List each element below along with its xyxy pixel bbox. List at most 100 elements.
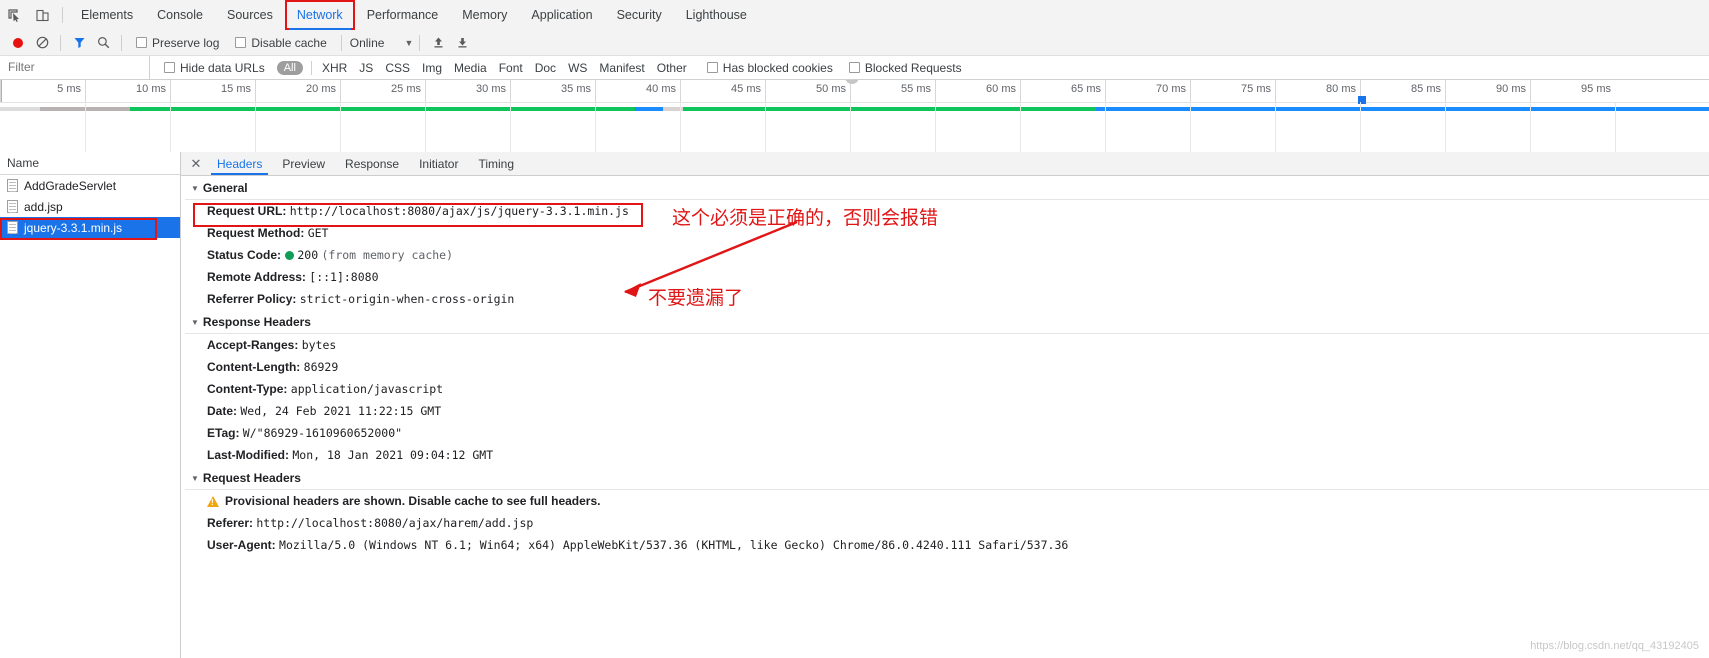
checkbox-box[interactable] [706,62,718,73]
tab-preview[interactable]: Preview [272,152,335,175]
disable-cache-label: Disable cache [251,35,327,50]
header-row: Referer: http://localhost:8080/ajax/hare… [185,512,1709,534]
list-item[interactable]: add.jsp [0,196,180,217]
blocked-requests-checkbox[interactable]: Blocked Requests [848,61,962,75]
filter-type-media[interactable]: Media [448,61,493,75]
list-item[interactable]: jquery-3.3.1.min.js [0,217,180,238]
close-icon[interactable]: ✕ [185,152,207,175]
hide-data-urls-label: Hide data URLs [180,60,265,75]
tab-memory[interactable]: Memory [450,0,519,30]
header-value: bytes [301,338,337,352]
chevron-down-icon[interactable]: ▼ [191,318,199,327]
header-value: 86929 [303,360,339,374]
filter-type-manifest[interactable]: Manifest [593,61,650,75]
section-header[interactable]: ▼ General [185,176,1709,200]
details-tab-bar: ✕ Headers Preview Response Initiator Tim… [181,152,1709,176]
header-key: Last-Modified: [207,448,289,462]
timeline-band-idle-light [0,107,40,111]
filter-type-xhr[interactable]: XHR [316,61,353,75]
hide-data-urls-checkbox[interactable]: Hide data URLs [164,61,265,75]
tab-label: Elements [81,8,134,22]
checkbox-box[interactable] [235,37,247,48]
list-item[interactable]: AddGradeServlet [0,175,180,196]
checkbox-box[interactable] [136,37,147,48]
header-row: Accept-Ranges: bytes [185,334,1709,356]
provisional-headers-warning: Provisional headers are shown. Disable c… [185,490,1709,512]
timeline-tick-label: 5 ms [57,83,81,95]
tab-console[interactable]: Console [145,0,215,30]
section-header[interactable]: ▼ Response Headers [185,310,1709,334]
tab-sources[interactable]: Sources [215,0,285,30]
timeline-band-blue-1 [635,107,663,111]
filter-bar: Hide data URLs All XHR JS CSS Img Media … [0,56,1709,80]
record-stop-icon[interactable] [6,33,30,53]
header-key: Content-Type: [207,382,288,396]
devtools-tab-bar: Elements Console Sources Network Perform… [0,0,1709,31]
tab-application[interactable]: Application [519,0,604,30]
tab-lighthouse[interactable]: Lighthouse [674,0,759,30]
header-key: Accept-Ranges: [207,338,299,352]
tab-elements[interactable]: Elements [69,0,145,30]
tab-network[interactable]: Network [284,0,355,30]
header-key: Status Code: [207,248,282,262]
filter-type-other[interactable]: Other [651,61,693,75]
timeline-gridline [255,102,256,152]
timeline-tick-label: 30 ms [476,83,506,95]
filter-type-font[interactable]: Font [493,61,529,75]
request-rows: AddGradeServlet add.jsp jquery-3.3.1.min.j… [0,175,180,238]
headers-content: ▼ General Request URL: http://localhost:80… [181,176,1709,658]
preserve-log-label: Preserve log [152,35,220,50]
header-key: User-Agent: [207,538,276,552]
clear-icon[interactable] [30,33,54,53]
network-overview-timeline[interactable]: 5 ms 10 ms 15 ms 20 ms 25 ms 30 ms 35 ms 40 ms 4… [0,80,1709,153]
import-har-icon[interactable] [426,33,450,53]
filter-funnel-icon[interactable] [67,33,91,53]
header-row: Request Method: GET [185,222,1709,244]
filter-type-ws[interactable]: WS [562,61,593,75]
document-icon [7,200,18,213]
chevron-down-icon[interactable]: ▼ [191,184,199,193]
checkbox-box[interactable] [164,62,175,73]
filter-type-css[interactable]: CSS [379,61,416,75]
request-name: AddGradeServlet [24,178,117,193]
timeline-tick-label: 80 ms [1326,83,1356,95]
checkbox-box[interactable] [848,62,860,73]
tab-security[interactable]: Security [605,0,674,30]
header-value: http://localhost:8080/ajax/harem/add.jsp [256,516,534,530]
search-input[interactable] [0,56,150,79]
inspect-element-icon[interactable] [0,0,28,30]
tab-initiator[interactable]: Initiator [409,152,468,175]
column-header-name[interactable]: Name [0,152,180,175]
annotation-note-bottom: 不要遗漏了 [648,287,744,309]
header-key: Date: [207,404,238,418]
has-blocked-cookies-checkbox[interactable]: Has blocked cookies [706,61,833,75]
timeline-tick-label: 45 ms [731,83,761,95]
section-header[interactable]: ▼ Request Headers [185,466,1709,490]
timeline-tick-label: 15 ms [221,83,251,95]
filter-type-js[interactable]: JS [353,61,379,75]
device-toolbar-icon[interactable] [28,0,56,30]
throttling-select[interactable]: Online ▼ [350,36,414,50]
preserve-log-checkbox[interactable]: Preserve log [136,36,219,50]
filter-type-doc[interactable]: Doc [529,61,562,75]
filter-type-all[interactable]: All [276,60,303,75]
chevron-down-icon[interactable]: ▼ [191,474,199,483]
timeline-gridline [340,102,341,152]
request-name: add.jsp [24,199,63,214]
timeline-band-blue-2 [1096,107,1709,111]
timeline-gridline [765,102,766,152]
search-icon[interactable] [91,33,115,53]
chevron-down-icon[interactable]: ▼ [404,38,413,48]
timeline-gridline [425,102,426,152]
export-har-icon[interactable] [450,33,474,53]
tab-headers[interactable]: Headers [207,152,272,175]
timeline-tick: 20 ms [255,80,340,102]
tab-response[interactable]: Response [335,152,409,175]
timeline-tick-label: 60 ms [986,83,1016,95]
filter-type-img[interactable]: Img [416,61,448,75]
header-key: Request URL: [207,204,287,218]
disable-cache-checkbox[interactable]: Disable cache [235,35,327,50]
tab-performance[interactable]: Performance [355,0,451,30]
toolbar-divider [419,34,421,51]
tab-timing[interactable]: Timing [468,152,524,175]
